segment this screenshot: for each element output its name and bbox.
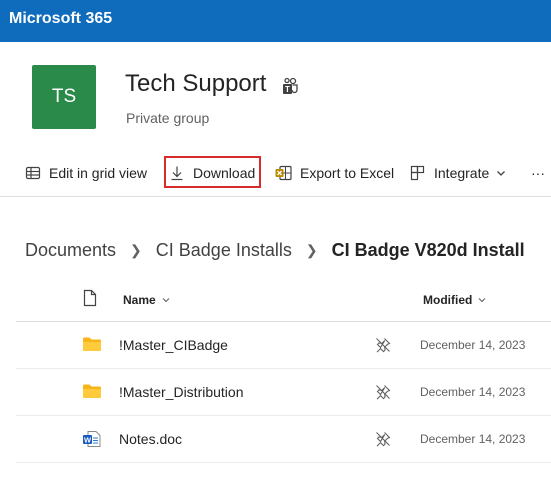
chevron-down-icon <box>497 171 506 176</box>
file-name[interactable]: Notes.doc <box>119 431 182 447</box>
integrate-icon <box>410 165 425 181</box>
svg-text:T: T <box>285 85 290 94</box>
breadcrumb-documents[interactable]: Documents <box>25 240 116 261</box>
app-header: Microsoft 365 <box>0 0 551 42</box>
list-item[interactable]: W Notes.doc December 14, 2023 <box>16 416 551 463</box>
grid-icon <box>25 166 41 180</box>
edit-grid-button[interactable]: Edit in grid view <box>25 150 147 196</box>
column-header-name[interactable]: Name <box>123 293 170 307</box>
chevron-right-icon: ❯ <box>305 242 318 258</box>
list-header: Name Modified <box>16 280 551 322</box>
file-type-icon[interactable] <box>83 289 97 310</box>
breadcrumb-ci-badge-installs[interactable]: CI Badge Installs <box>156 240 292 261</box>
folder-icon <box>82 383 102 402</box>
app-title[interactable]: Microsoft 365 <box>9 10 112 28</box>
modified-date: December 14, 2023 <box>420 338 526 352</box>
column-header-modified[interactable]: Modified <box>423 293 486 307</box>
export-excel-label: Export to Excel <box>300 165 395 181</box>
column-name-label: Name <box>123 293 156 307</box>
more-icon: ··· <box>531 165 545 181</box>
pin-off-icon[interactable] <box>375 384 391 403</box>
download-highlight-box <box>164 156 261 188</box>
site-logo: TS <box>32 65 96 129</box>
folder-icon <box>82 336 102 355</box>
integrate-label: Integrate <box>434 165 490 181</box>
list-item[interactable]: !Master_CIBadge December 14, 2023 <box>16 322 551 369</box>
breadcrumb: Documents ❯ CI Badge Installs ❯ CI Badge… <box>25 240 525 261</box>
list-item[interactable]: !Master_Distribution December 14, 2023 <box>16 369 551 416</box>
excel-icon <box>275 165 292 181</box>
command-bar-divider <box>0 196 551 197</box>
chevron-right-icon: ❯ <box>130 242 142 258</box>
file-name[interactable]: !Master_Distribution <box>119 384 244 400</box>
pin-off-icon[interactable] <box>375 337 391 356</box>
export-excel-button[interactable]: Export to Excel <box>275 150 394 196</box>
command-bar: Edit in grid view Download Export to Exc… <box>0 150 551 196</box>
site-logo-initials: TS <box>51 86 77 107</box>
teams-group-icon[interactable]: T <box>282 77 298 100</box>
modified-date: December 14, 2023 <box>420 385 526 399</box>
word-document-icon: W <box>82 430 102 451</box>
column-modified-label: Modified <box>423 293 473 307</box>
breadcrumb-current: CI Badge V820d Install <box>331 240 525 260</box>
svg-text:W: W <box>84 435 92 444</box>
chevron-down-icon <box>478 298 486 303</box>
edit-grid-label: Edit in grid view <box>49 165 148 181</box>
more-options-button[interactable]: ··· <box>531 150 545 196</box>
site-title: Tech Support <box>125 70 267 97</box>
chevron-down-icon <box>162 298 170 303</box>
file-name[interactable]: !Master_CIBadge <box>119 337 228 353</box>
integrate-button[interactable]: Integrate <box>410 150 506 196</box>
pin-off-icon[interactable] <box>375 431 391 450</box>
modified-date: December 14, 2023 <box>420 432 526 446</box>
site-subtitle: Private group <box>126 110 210 126</box>
